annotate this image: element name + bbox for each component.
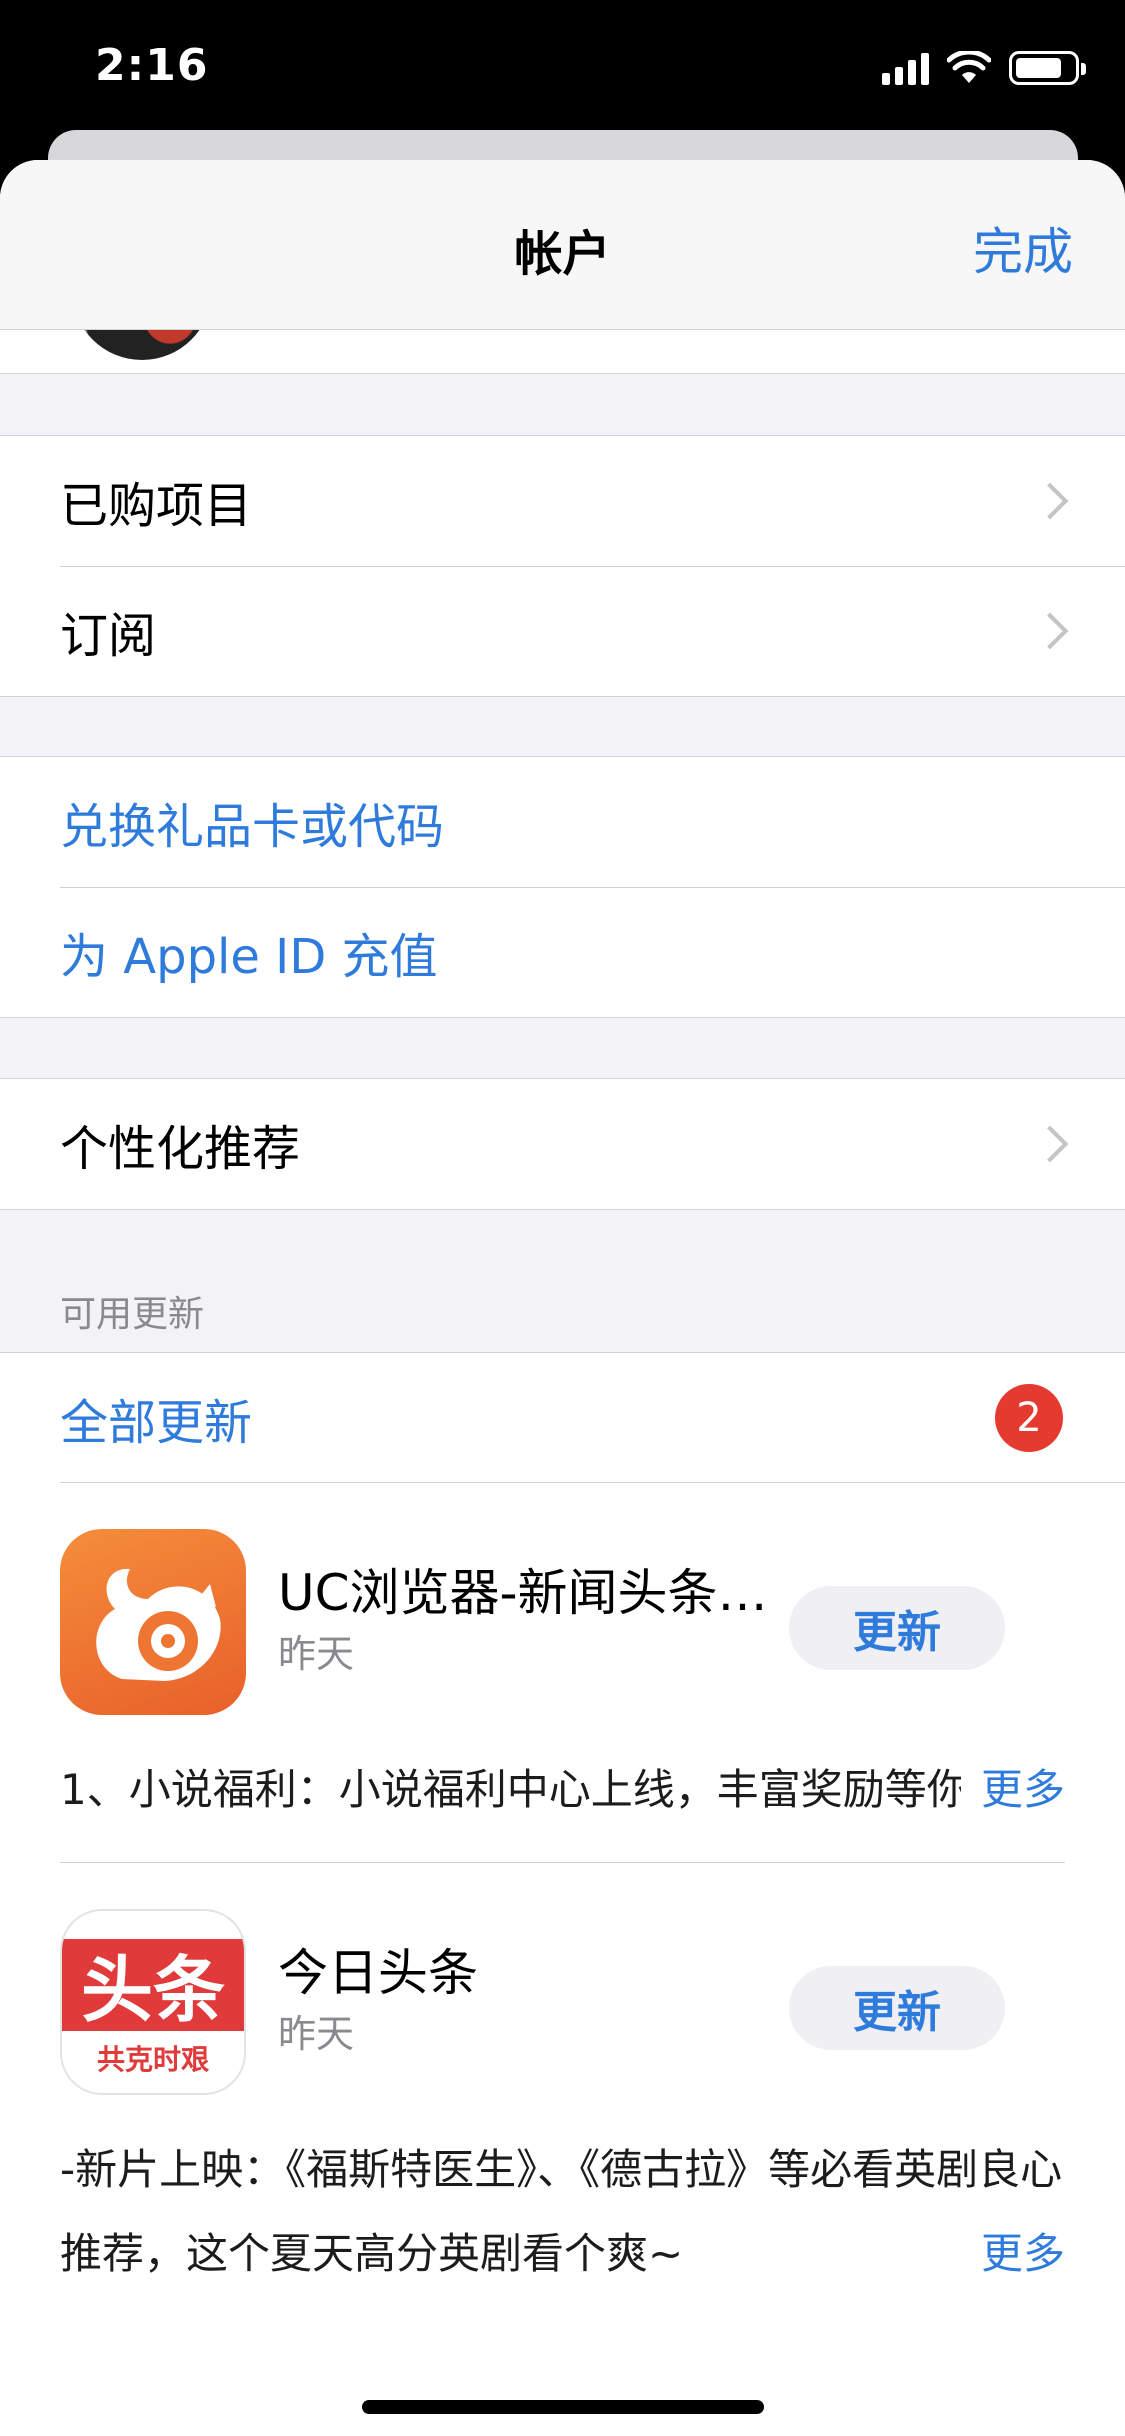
purchased-row[interactable]: 已购项目 [0, 436, 1125, 566]
home-indicator[interactable] [362, 2400, 764, 2414]
update-all-button[interactable]: 全部更新 [60, 1383, 252, 1453]
battery-icon [1009, 51, 1086, 85]
release-notes-text: 1、小说福利：小说福利中心上线，丰富奖励等你来！ [60, 1765, 1053, 1814]
toutiao-icon-text: 头条 [81, 1948, 225, 2032]
status-bar: 2:16 [0, 0, 1125, 140]
personalized-row[interactable]: 个性化推荐 [0, 1079, 1125, 1209]
add-funds-row[interactable]: 为 Apple ID 充值 [0, 887, 1125, 1017]
personalized-label: 个性化推荐 [60, 1121, 301, 1177]
updates-section-header: 可用更新 [60, 1294, 205, 1335]
funds-group: 兑换礼品卡或代码 为 Apple ID 充值 [0, 756, 1125, 1018]
update-count-badge: 2 [995, 1384, 1063, 1452]
app-date: 昨天 [278, 2012, 355, 2056]
toutiao-icon-subtext: 共克时艰 [97, 2043, 210, 2076]
app-name: 今日头条 [278, 1944, 478, 2002]
wifi-icon [947, 51, 991, 83]
account-sheet: 帐户 完成 已购项目 订阅 兑换礼品卡或代码 为 Apple ID 充值 个性化… [0, 160, 1125, 2436]
profile-row[interactable] [0, 330, 1125, 374]
chevron-right-icon [1031, 482, 1069, 520]
chevron-right-icon [1031, 612, 1069, 650]
cellular-signal-icon [882, 51, 929, 85]
uc-squirrel-icon[interactable] [60, 1529, 246, 1715]
update-item: UC浏览器-新闻头条… 昨天 更新 1、小说福利：小说福利中心上线，丰富奖励等你… [0, 1483, 1125, 1863]
release-notes: 1、小说福利：小说福利中心上线，丰富奖励等你来！ 更多 [60, 1748, 1065, 1832]
release-notes: -新片上映：《福斯特医生》、《德古拉》等必看英剧良心推荐，这个夏天高分英剧看个爽… [60, 2128, 1065, 2296]
more-link[interactable]: 更多 [960, 1748, 1065, 1832]
status-time: 2:16 [95, 40, 209, 91]
app-name: UC浏览器-新闻头条… [278, 1564, 768, 1622]
update-button[interactable]: 更新 [789, 1586, 1005, 1670]
account-group: 已购项目 订阅 [0, 435, 1125, 697]
page-title: 帐户 [514, 226, 611, 282]
done-button[interactable]: 完成 [973, 212, 1073, 284]
purchased-label: 已购项目 [60, 478, 253, 534]
subscriptions-label: 订阅 [60, 608, 157, 664]
status-icons [882, 48, 1086, 88]
navigation-bar: 帐户 完成 [0, 160, 1125, 330]
release-notes-text: -新片上映：《福斯特医生》、《德古拉》等必看英剧良心推荐，这个夏天高分英剧看个爽… [60, 2145, 1063, 2278]
updates-list: 全部更新 2 UC浏览器-新闻头条… 昨天 更新 1、小说福利：小说福利中心上线… [0, 1352, 1125, 2436]
update-item: 头条 共克时艰 今日头条 昨天 更新 -新片上映：《福斯特医生》、《德古拉》等必… [0, 1863, 1125, 2296]
app-date: 昨天 [278, 1632, 355, 1676]
more-link[interactable]: 更多 [960, 2212, 1065, 2296]
update-button[interactable]: 更新 [789, 1966, 1005, 2050]
redeem-row[interactable]: 兑换礼品卡或代码 [0, 757, 1125, 887]
avatar [72, 330, 212, 360]
chevron-right-icon [1031, 1125, 1069, 1163]
subscriptions-row[interactable]: 订阅 [0, 566, 1125, 696]
update-all-row[interactable]: 全部更新 2 [0, 1353, 1125, 1483]
recommendation-group: 个性化推荐 [0, 1078, 1125, 1210]
toutiao-icon[interactable]: 头条 共克时艰 [60, 1909, 246, 2095]
